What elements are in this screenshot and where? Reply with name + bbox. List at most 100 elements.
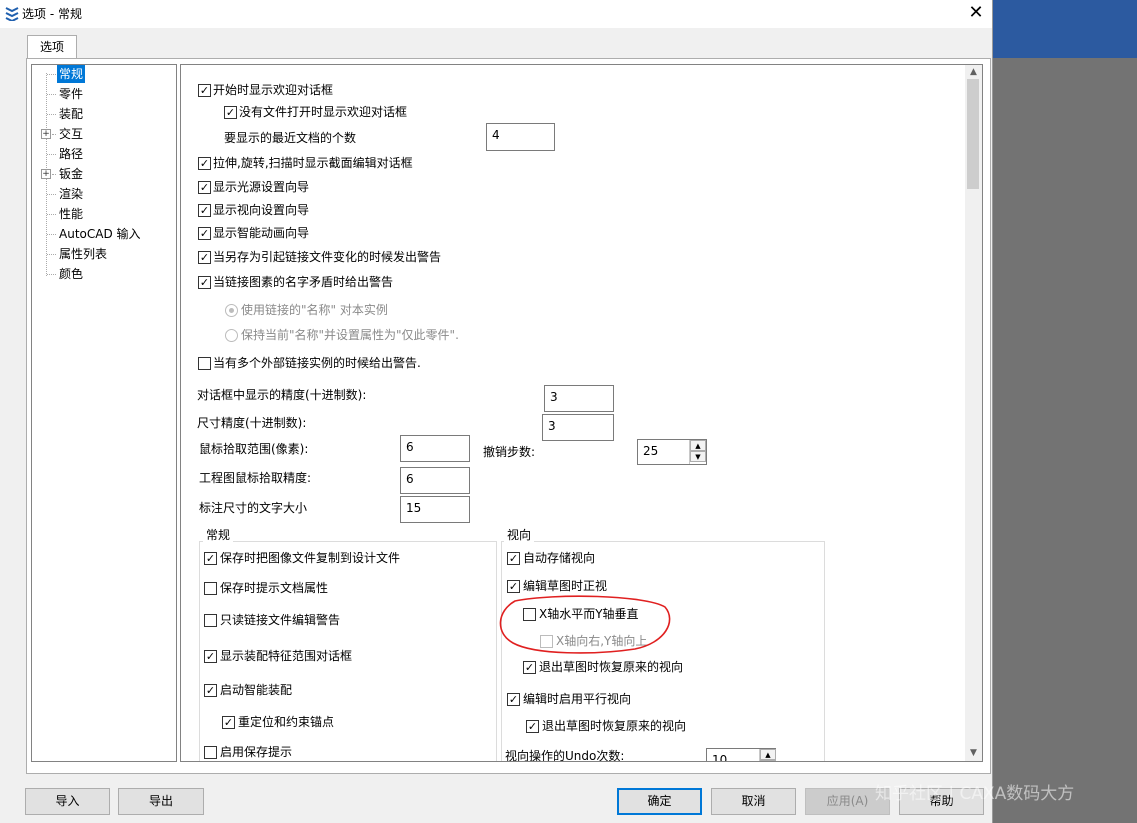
tree-connector (47, 94, 56, 95)
tree-item-interaction[interactable]: 交互 (57, 125, 85, 143)
spin-down-icon[interactable]: ▼ (690, 451, 706, 462)
options-dialog: 选项 - 常规 ✕ 选项 常规 零件 装配 + 交互 路径 + 钣金 渲染 性能… (0, 0, 993, 823)
checkbox-prompt-doc-props[interactable] (204, 582, 217, 595)
label-readonly-warning: 只读链接文件编辑警告 (220, 613, 341, 627)
checkbox-warn-name-conflict[interactable]: ✓ (198, 276, 211, 289)
tree-item-color[interactable]: 颜色 (57, 265, 85, 283)
label-warn-saveas: 当另存为引起链接文件变化的时候发出警告 (213, 250, 442, 264)
radio-use-link-name[interactable] (225, 304, 238, 317)
dim-precision-input[interactable]: 3 (542, 414, 614, 441)
title-bar: 选项 - 常规 ✕ (0, 0, 992, 28)
settings-content: ✓ 开始时显示欢迎对话框 ✓ 没有文件打开时显示欢迎对话框 要显示的最近文档的个… (180, 64, 966, 762)
checkbox-warn-saveas[interactable]: ✓ (198, 251, 211, 264)
group-view-title: 视向 (504, 528, 535, 542)
spin-down-icon[interactable]: ▼ (760, 760, 776, 761)
radio-keep-name[interactable] (225, 329, 238, 342)
group-general-title: 常规 (203, 528, 234, 542)
label-assembly-feature-range: 显示装配特征范围对话框 (220, 649, 353, 663)
tree-item-assembly[interactable]: 装配 (57, 105, 85, 123)
cancel-button[interactable]: 取消 (711, 788, 796, 815)
scroll-down-icon[interactable]: ▼ (965, 746, 982, 760)
tree-item-autocad-import[interactable]: AutoCAD 输入 (57, 225, 143, 243)
tree-item-sheetmetal[interactable]: 钣金 (57, 165, 85, 183)
tree-item-property-list[interactable]: 属性列表 (57, 245, 109, 263)
label-recent-docs: 要显示的最近文档的个数 (224, 131, 357, 145)
vertical-scrollbar[interactable]: ▲ ▼ (965, 64, 983, 762)
label-show-section-edit: 拉伸,旋转,扫描时显示截面编辑对话框 (213, 156, 413, 170)
tree-item-part[interactable]: 零件 (57, 85, 85, 103)
window-title: 选项 - 常规 (22, 7, 82, 21)
spin-up-icon[interactable]: ▲ (690, 440, 706, 451)
watermark: 知乎社区 | CAXA数码大方 (875, 784, 1075, 804)
label-drawing-pick: 工程图鼠标拾取精度: (199, 471, 312, 485)
tree-connector (47, 234, 56, 235)
checkbox-show-section-edit[interactable]: ✓ (198, 157, 211, 170)
checkbox-show-welcome[interactable]: ✓ (198, 84, 211, 97)
tree-item-path[interactable]: 路径 (57, 145, 85, 163)
import-button[interactable]: 导入 (25, 788, 110, 815)
scroll-up-icon[interactable]: ▲ (965, 65, 982, 79)
tree-connector (47, 154, 56, 155)
checkbox-save-prompt[interactable] (204, 746, 217, 759)
checkbox-readonly-warning[interactable] (204, 614, 217, 627)
radio-dot (229, 308, 234, 313)
dim-text-size-input[interactable]: 15 (400, 496, 470, 523)
tree-connector (47, 74, 56, 75)
label-parallel-view: 编辑时启用平行视向 (523, 692, 632, 706)
spin-up-icon[interactable]: ▲ (760, 749, 776, 760)
label-normal-view-sketch: 编辑草图时正视 (523, 579, 608, 593)
checkbox-reposition-anchor[interactable]: ✓ (222, 716, 235, 729)
checkbox-auto-store-view[interactable]: ✓ (507, 552, 520, 565)
tree-connector (47, 114, 56, 115)
tree-connector (47, 274, 56, 275)
view-undo-spinner[interactable]: ▲ ▼ (759, 749, 776, 761)
label-dim-precision: 尺寸精度(十进制数): (197, 416, 307, 430)
tree-item-performance[interactable]: 性能 (57, 205, 85, 223)
scrollbar-thumb[interactable] (967, 79, 979, 189)
checkbox-smart-assembly[interactable]: ✓ (204, 684, 217, 697)
expand-icon[interactable]: + (41, 169, 51, 179)
checkbox-parallel-view[interactable]: ✓ (507, 693, 520, 706)
category-tree: 常规 零件 装配 + 交互 路径 + 钣金 渲染 性能 AutoCAD 输入 属… (31, 64, 177, 762)
tree-item-general[interactable]: 常规 (57, 65, 86, 83)
expand-icon[interactable]: + (41, 129, 51, 139)
checkbox-warn-multi-external[interactable] (198, 357, 211, 370)
drawing-pick-input[interactable]: 6 (400, 467, 470, 494)
tree-connector (47, 254, 56, 255)
label-show-welcome: 开始时显示欢迎对话框 (213, 83, 334, 97)
checkbox-normal-view-sketch[interactable]: ✓ (507, 580, 520, 593)
label-warn-multi-external: 当有多个外部链接实例的时候给出警告. (213, 356, 421, 370)
close-icon[interactable]: ✕ (962, 2, 990, 26)
checkbox-light-wizard[interactable]: ✓ (198, 181, 211, 194)
label-undo-count: 视向操作的Undo次数: (505, 749, 625, 762)
dialog-precision-input[interactable]: 3 (544, 385, 614, 412)
label-prompt-doc-props: 保存时提示文档属性 (220, 581, 329, 595)
ok-button[interactable]: 确定 (617, 788, 702, 815)
label-dim-text-size: 标注尺寸的文字大小 (199, 501, 308, 515)
export-button[interactable]: 导出 (118, 788, 204, 815)
checkbox-assembly-feature-range[interactable]: ✓ (204, 650, 217, 663)
recent-docs-input[interactable]: 4 (486, 123, 555, 151)
tree-connector (52, 174, 56, 175)
label-save-prompt: 启用保存提示 (220, 745, 293, 759)
checkbox-copy-image[interactable]: ✓ (204, 552, 217, 565)
label-keep-name: 保持当前"名称"并设置属性为"仅此零件". (241, 328, 459, 342)
label-smart-anim-wizard: 显示智能动画向导 (213, 226, 310, 240)
label-copy-image: 保存时把图像文件复制到设计文件 (220, 551, 401, 565)
label-dialog-precision: 对话框中显示的精度(十进制数): (197, 388, 367, 402)
tree-item-render[interactable]: 渲染 (57, 185, 85, 203)
tab-options[interactable]: 选项 (27, 35, 77, 60)
label-auto-store-view: 自动存储视向 (523, 551, 596, 565)
label-restore-view-2: 退出草图时恢复原来的视向 (542, 719, 687, 733)
checkbox-smart-anim-wizard[interactable]: ✓ (198, 227, 211, 240)
label-restore-view-1: 退出草图时恢复原来的视向 (539, 660, 684, 674)
label-use-link-name: 使用链接的"名称" 对本实例 (241, 303, 388, 317)
label-undo-steps: 撤销步数: (483, 445, 536, 459)
pick-range-input[interactable]: 6 (400, 435, 470, 462)
label-show-welcome-no-file: 没有文件打开时显示欢迎对话框 (239, 105, 408, 119)
checkbox-show-welcome-no-file[interactable]: ✓ (224, 106, 237, 119)
undo-steps-spinner[interactable]: ▲ ▼ (689, 440, 706, 464)
checkbox-restore-view-1[interactable]: ✓ (523, 661, 536, 674)
checkbox-view-wizard[interactable]: ✓ (198, 204, 211, 217)
checkbox-restore-view-2[interactable]: ✓ (526, 720, 539, 733)
